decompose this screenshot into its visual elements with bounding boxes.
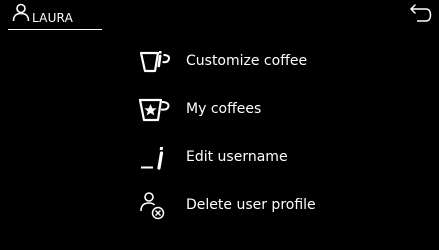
cup-with-info-icon bbox=[136, 48, 176, 76]
edit-text-icon bbox=[136, 144, 176, 172]
menu-item-my-coffees[interactable]: My coffees bbox=[136, 86, 396, 134]
menu-item-label: Edit username bbox=[186, 149, 288, 165]
back-arrow-icon bbox=[408, 4, 432, 24]
menu-item-customize-coffee[interactable]: Customize coffee bbox=[136, 38, 396, 86]
person-icon bbox=[12, 3, 30, 22]
menu-item-label: My coffees bbox=[186, 101, 262, 117]
menu-item-label: Customize coffee bbox=[186, 53, 308, 69]
delete-user-icon bbox=[136, 192, 176, 220]
profile-menu: Customize coffee My coffees Edit usernam… bbox=[136, 38, 396, 230]
back-button[interactable] bbox=[408, 4, 432, 24]
user-name-underline bbox=[8, 29, 102, 30]
cup-with-star-icon bbox=[136, 96, 176, 124]
user-name: LAURA bbox=[32, 11, 74, 25]
menu-item-label: Delete user profile bbox=[186, 197, 316, 213]
current-user-badge[interactable]: LAURA bbox=[8, 3, 102, 31]
menu-item-edit-username[interactable]: Edit username bbox=[136, 134, 396, 182]
user-profile-screen: LAURA Customize coffee My coffees Edit u… bbox=[0, 0, 439, 250]
menu-item-delete-user-profile[interactable]: Delete user profile bbox=[136, 182, 396, 230]
